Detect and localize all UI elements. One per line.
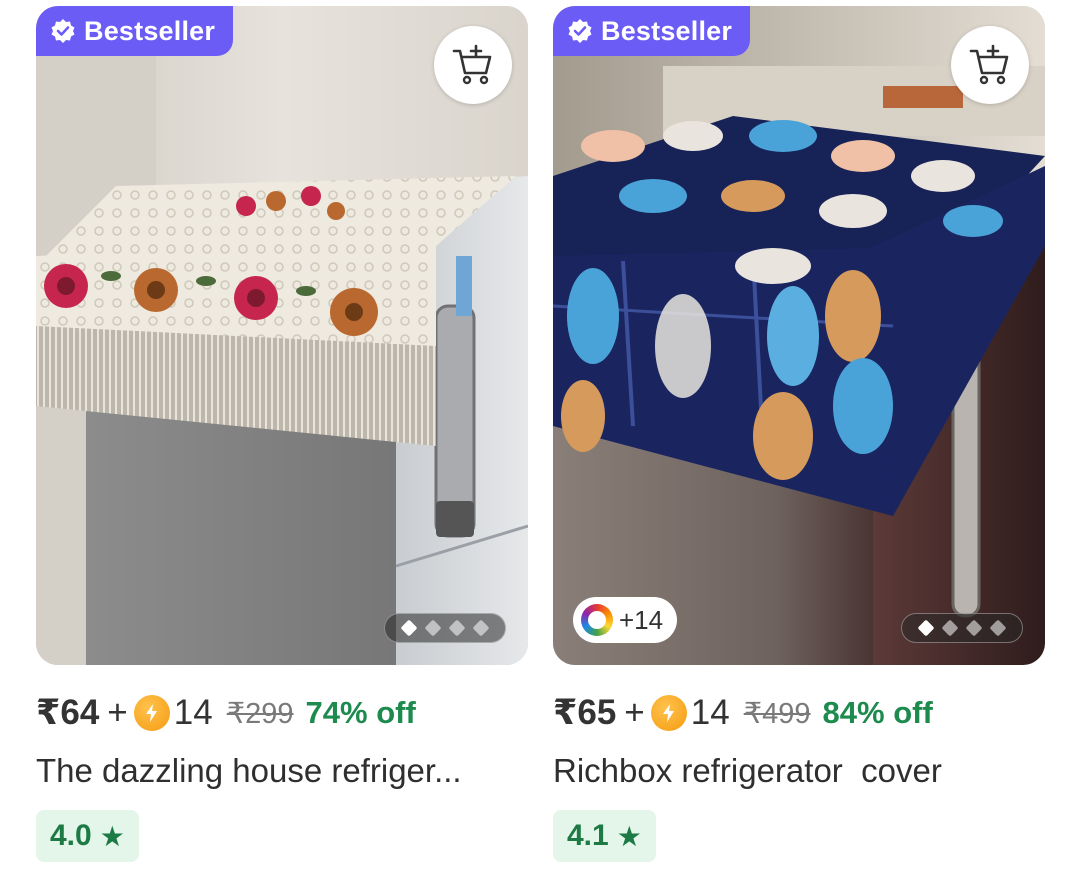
- color-variants-chip[interactable]: +14: [573, 597, 678, 643]
- product-card[interactable]: Bestseller ₹64 + 14 ₹299 74% off The daz…: [36, 6, 528, 862]
- product-title[interactable]: The dazzling house refriger...: [36, 750, 516, 792]
- product-image[interactable]: Bestseller: [36, 6, 528, 665]
- badge-label: Bestseller: [601, 15, 733, 46]
- rating-badge: 4.0 ★: [36, 810, 139, 862]
- product-grid: Bestseller ₹64 + 14 ₹299 74% off The daz…: [0, 0, 1080, 875]
- pager-dot[interactable]: [472, 619, 490, 637]
- pager-dot[interactable]: [424, 619, 442, 637]
- cart-plus-icon: [969, 44, 1009, 85]
- selling-price: ₹65: [553, 693, 617, 732]
- plus-sign: +: [624, 693, 645, 732]
- price-row: ₹65 + 14 ₹499 84% off: [553, 690, 1045, 736]
- original-price: ₹299: [226, 697, 294, 730]
- bestseller-badge: Bestseller: [553, 6, 751, 56]
- coins-amount: 14: [173, 693, 213, 732]
- image-pager[interactable]: [384, 613, 506, 643]
- original-price: ₹499: [743, 697, 811, 730]
- price-row: ₹64 + 14 ₹299 74% off: [36, 690, 528, 736]
- verified-check-icon: [568, 19, 592, 43]
- coin-icon: [650, 695, 687, 731]
- lightning-icon: [145, 704, 157, 722]
- product-title[interactable]: Richbox refrigerator cover: [553, 750, 1033, 792]
- pager-dot[interactable]: [965, 619, 983, 637]
- pager-dot[interactable]: [917, 619, 935, 637]
- bestseller-badge: Bestseller: [36, 6, 234, 56]
- rating-value: 4.0: [50, 819, 92, 852]
- rating-badge: 4.1 ★: [553, 810, 656, 862]
- plus-sign: +: [107, 693, 128, 732]
- coins-amount: 14: [690, 693, 730, 732]
- product-card[interactable]: Bestseller +14 ₹65 + 14 ₹499 84% off Ric…: [553, 6, 1045, 862]
- add-to-cart-button[interactable]: [951, 26, 1029, 104]
- star-icon: ★: [99, 820, 125, 852]
- pager-dot[interactable]: [941, 619, 959, 637]
- pager-dot[interactable]: [400, 619, 418, 637]
- selling-price: ₹64: [36, 693, 100, 732]
- lightning-icon: [662, 704, 674, 722]
- product-photo: [553, 6, 1045, 665]
- star-icon: ★: [616, 820, 642, 852]
- badge-label: Bestseller: [84, 15, 216, 46]
- add-to-cart-button[interactable]: [434, 26, 512, 104]
- cart-plus-icon: [452, 44, 492, 85]
- discount-percent: 84% off: [822, 695, 933, 730]
- image-pager[interactable]: [901, 613, 1023, 643]
- product-photo: [36, 6, 528, 665]
- pager-dot[interactable]: [448, 619, 466, 637]
- coin-icon: [133, 695, 170, 731]
- rating-value: 4.1: [567, 819, 609, 852]
- discount-percent: 74% off: [305, 695, 416, 730]
- pager-dot[interactable]: [989, 619, 1007, 637]
- color-wheel-icon: [581, 604, 613, 636]
- product-image[interactable]: Bestseller +14: [553, 6, 1045, 665]
- color-variants-count: +14: [619, 604, 664, 635]
- verified-check-icon: [51, 19, 75, 43]
